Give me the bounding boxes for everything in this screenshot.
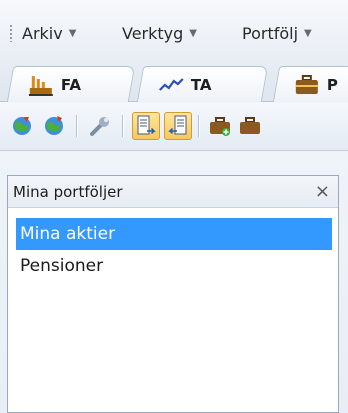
- toolbar-separator: [76, 115, 77, 137]
- panel-title: Mina portföljer: [13, 182, 123, 201]
- menu-portfolj[interactable]: Portfölj ▼: [242, 22, 312, 44]
- list-item[interactable]: Mina aktier: [16, 218, 332, 250]
- menu-arkiv[interactable]: Arkiv ▼: [22, 22, 76, 44]
- chevron-down-icon: ▼: [189, 27, 197, 39]
- tab-portfolio-label: P: [326, 75, 338, 94]
- menu-portfolj-label: Portfölj: [242, 23, 299, 43]
- menu-bar: Arkiv ▼ Verktyg ▼ Portfölj ▼: [0, 0, 348, 58]
- globe-down-button[interactable]: [8, 112, 36, 140]
- tab-portfolio[interactable]: P: [272, 66, 348, 102]
- document-arrow-left-button[interactable]: [164, 112, 192, 140]
- document-arrow-left-icon: [168, 115, 187, 135]
- briefcase-icon: [295, 74, 321, 96]
- panel-header: Mina portföljer ×: [8, 176, 338, 208]
- menu-arkiv-label: Arkiv: [22, 23, 63, 43]
- toolbar-grip-icon[interactable]: [9, 24, 13, 42]
- toolbar-separator: [198, 115, 199, 137]
- list-item[interactable]: Pensioner: [16, 250, 332, 282]
- briefcase-icon: [240, 117, 260, 134]
- tab-ta[interactable]: TA: [136, 66, 269, 102]
- wrench-button[interactable]: [86, 112, 114, 140]
- tab-strip: FA TA P: [0, 58, 348, 102]
- briefcase-add-icon: [210, 117, 230, 136]
- globe-down-icon: [13, 117, 31, 135]
- toolbar: [0, 103, 348, 151]
- chevron-down-icon: ▼: [68, 27, 77, 39]
- trend-line-icon: [159, 74, 185, 96]
- close-icon[interactable]: ×: [315, 182, 330, 201]
- portfolio-list: Mina aktier Pensioner: [16, 218, 332, 282]
- document-arrow-right-icon: [137, 115, 156, 135]
- briefcase-button[interactable]: [236, 112, 264, 140]
- globe-refresh-button[interactable]: [40, 112, 68, 140]
- globe-refresh-icon: [45, 116, 63, 135]
- tab-fa-label: FA: [60, 75, 82, 94]
- tab-ta-label: TA: [190, 75, 212, 94]
- briefcase-add-button[interactable]: [206, 112, 234, 140]
- menu-verktyg[interactable]: Verktyg ▼: [122, 22, 197, 44]
- app-window: Arkiv ▼ Verktyg ▼ Portfölj ▼ FA TA P Min…: [0, 0, 348, 413]
- tab-fa[interactable]: FA: [6, 66, 136, 102]
- list-item-label: Pensioner: [20, 256, 104, 276]
- wrench-icon: [90, 117, 109, 136]
- factory-icon: [28, 74, 55, 96]
- toolbar-separator: [122, 115, 123, 137]
- list-item-label: Mina aktier: [20, 224, 116, 244]
- portfolio-panel: Mina portföljer × Mina aktier Pensioner: [7, 175, 339, 413]
- chevron-down-icon: ▼: [304, 27, 312, 39]
- menu-verktyg-label: Verktyg: [122, 23, 184, 43]
- document-arrow-right-button[interactable]: [132, 112, 160, 140]
